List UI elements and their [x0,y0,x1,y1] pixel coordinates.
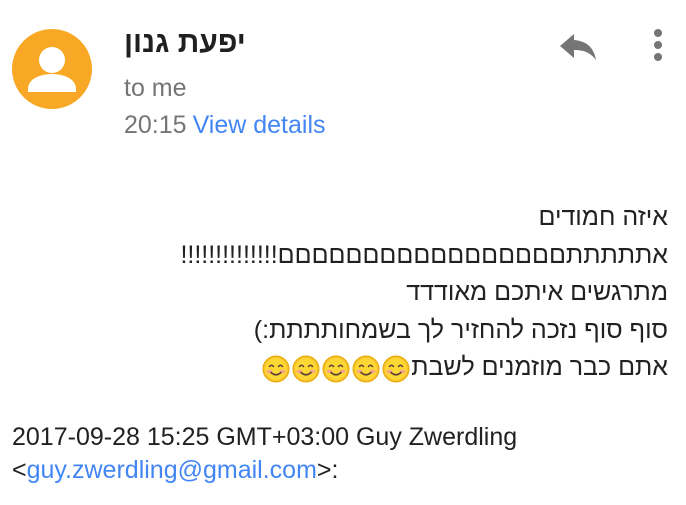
quote-email-line: <guy.zwerdling@gmail.com>: [12,454,517,487]
message-line: סוף סוף נזכה להחזיר לך בשמחותתתת:) [253,315,668,344]
smiling-face-icon [352,355,380,383]
smiling-face-icon [382,355,410,383]
sender-avatar[interactable] [12,29,92,109]
message-body: איזה חמודים אתתתתתםםםםםםםםםםםםםםםםם!!!!!… [8,199,668,387]
message-line: אתתתתתםםםםםםםםםםםםםםםםם!!!!!!!!!!!!!! [180,240,668,269]
person-icon [28,47,76,92]
view-details-link[interactable]: View details [193,111,326,139]
sender-name: יפעת גנון [124,26,246,59]
more-options-button[interactable] [640,26,676,66]
quote-gt-colon: >: [316,456,339,484]
recipient-line: to me [124,74,187,102]
message-header: יפעת גנון to me 20:15 View details [0,0,686,160]
message-line-text: אתם כבר מוזמנים לשבת [411,353,668,381]
emoji-row [261,350,411,388]
quote-date-sender: 2017-09-28 15:25 GMT+03:00 Guy Zwerdling [12,423,518,451]
message-time: 20:15 [124,111,187,139]
smiling-face-icon [292,355,320,383]
message-line: מתרגשים איתכם מאודדד [406,278,668,306]
message-meta: 20:15 View details [124,111,326,140]
reply-button[interactable] [556,26,600,66]
message-line-with-emoji: אתם כבר מוזמנים לשבת [8,349,668,387]
smiling-face-icon [262,355,290,383]
quote-lt: < [12,456,27,484]
smiling-face-icon [322,355,350,383]
reply-icon [560,34,596,60]
message-line: איזה חמודים [538,203,669,231]
quoted-message-header: 2017-09-28 15:25 GMT+03:00 Guy Zwerdling… [12,421,517,487]
sender-email-link[interactable]: guy.zwerdling@gmail.com [27,456,317,484]
more-vert-icon [654,29,662,61]
